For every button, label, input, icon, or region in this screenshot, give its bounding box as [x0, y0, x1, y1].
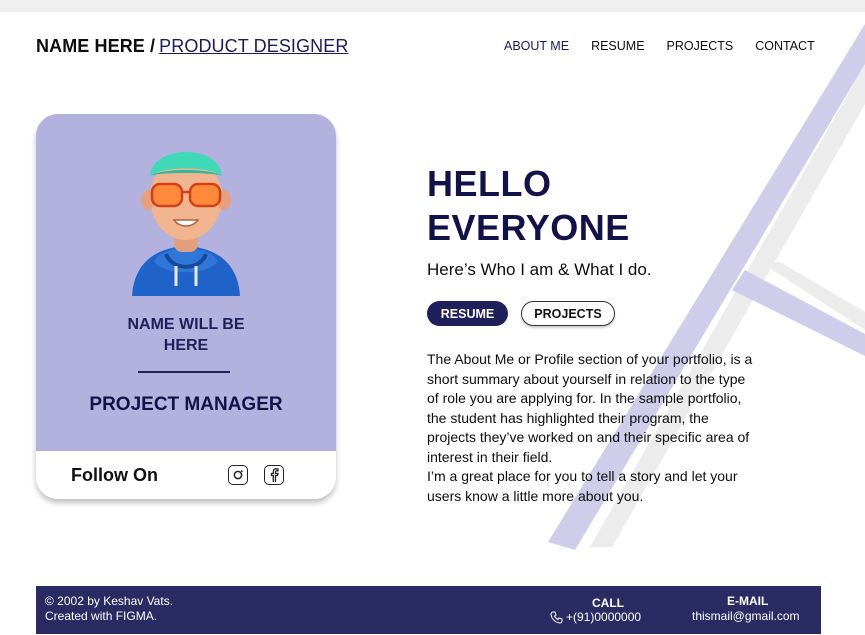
profile-divider: [138, 371, 230, 373]
profile-name-line2: HERE: [163, 337, 209, 354]
nav-contact[interactable]: CONTACT: [755, 39, 815, 53]
brand-separator: /: [150, 36, 156, 56]
email-label: E-MAIL: [727, 594, 769, 608]
call-number-text: +(91)0000000: [566, 610, 642, 624]
profile-name-line1: NAME WILL BE: [127, 316, 245, 333]
phone-icon: [550, 611, 563, 624]
about-paragraph-1: The About Me or Profile section of your …: [427, 351, 753, 465]
profile-name: NAME WILL BE HERE: [36, 314, 336, 356]
follow-on-label: Follow On: [71, 465, 158, 485]
copyright-line2: Created with FIGMA.: [45, 609, 158, 623]
portfolio-page: NAME HERE / PRODUCT DESIGNER ABOUT ME RES…: [0, 12, 865, 635]
hero-headline-line2: EVERYONE: [427, 207, 630, 248]
brand-name: NAME HERE: [36, 36, 145, 56]
nav-projects[interactable]: PROJECTS: [667, 39, 734, 53]
top-strip: [0, 0, 865, 12]
brand-role-link[interactable]: PRODUCT DESIGNER: [159, 36, 348, 56]
call-number[interactable]: +(91)0000000: [550, 610, 641, 624]
nav-about-me[interactable]: ABOUT ME: [504, 39, 569, 53]
hero-subtitle: Here’s Who I am & What I do.: [427, 260, 652, 279]
profile-job-title: PROJECT MANAGER: [89, 394, 283, 415]
hero-headline: HELLO EVERYONE: [427, 162, 630, 250]
about-text: The About Me or Profile section of your …: [427, 350, 757, 506]
site-brand: NAME HERE / PRODUCT DESIGNER: [36, 36, 348, 57]
facebook-icon[interactable]: [264, 465, 284, 485]
instagram-icon[interactable]: [228, 465, 248, 485]
projects-button[interactable]: PROJECTS: [521, 301, 615, 326]
resume-button[interactable]: RESUME: [427, 301, 508, 326]
footer: © 2002 by Keshav Vats. Created with FIGM…: [36, 586, 821, 634]
nav-resume[interactable]: RESUME: [591, 39, 644, 53]
email-address[interactable]: thismail@gmail.com: [692, 609, 800, 623]
main-nav: ABOUT ME RESUME PROJECTS CONTACT: [504, 39, 837, 53]
call-label: CALL: [592, 596, 624, 610]
profile-card-top: NAME WILL BE HERE PROJECT MANAGER: [36, 114, 336, 451]
follow-bar: Follow On: [36, 451, 336, 499]
profile-card: NAME WILL BE HERE PROJECT MANAGER Follow…: [36, 114, 336, 499]
hero-headline-line1: HELLO: [427, 163, 552, 204]
about-paragraph-2: I’m a great place for you to tell a stor…: [427, 468, 738, 504]
copyright-line1: © 2002 by Keshav Vats.: [45, 594, 174, 608]
copyright: © 2002 by Keshav Vats. Created with FIGM…: [45, 594, 173, 624]
avatar-illustration: [132, 152, 240, 296]
